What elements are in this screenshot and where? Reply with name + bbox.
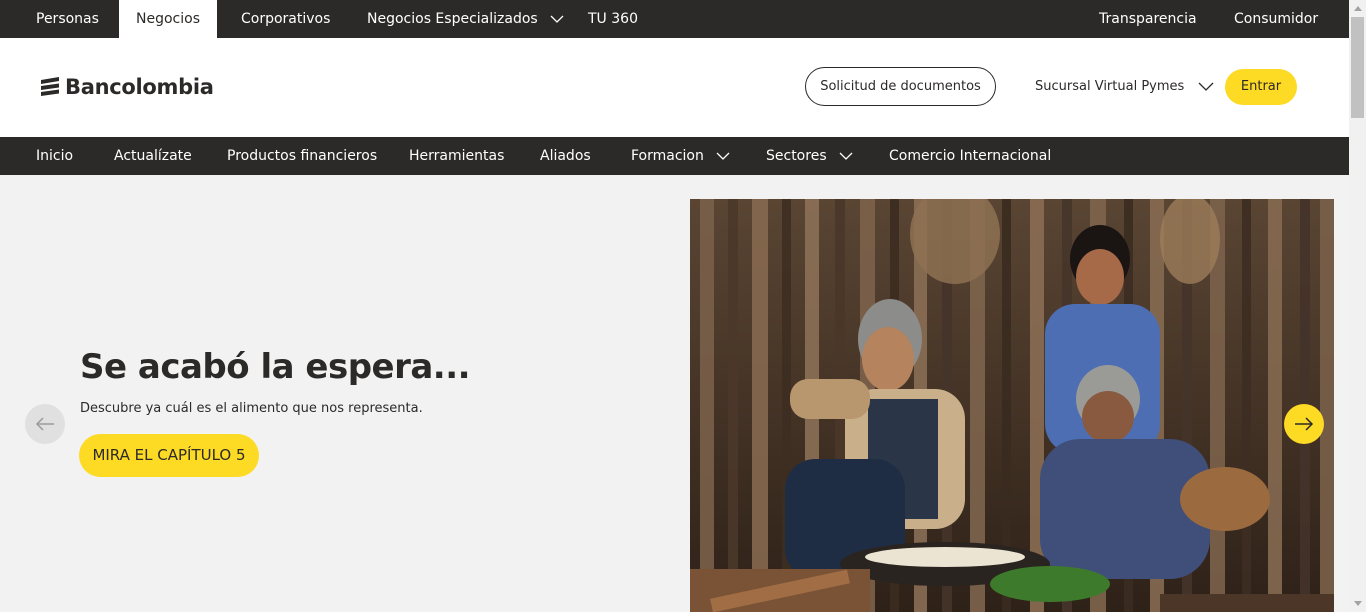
hero-photo-illustration <box>690 199 1334 612</box>
nav-item-comercio-internacional[interactable]: Comercio Internacional <box>889 137 1051 175</box>
caret-down-icon <box>1353 601 1362 606</box>
main-nav: Inicio Actualízate Productos financieros… <box>0 137 1349 175</box>
chevron-down-icon <box>550 15 564 23</box>
nav-item-productos-financieros[interactable]: Productos financieros <box>227 137 377 175</box>
chevron-down-icon <box>839 152 853 160</box>
arrow-right-icon <box>1295 417 1314 431</box>
chevron-down-icon <box>1198 82 1214 91</box>
segment-tab-label: Personas <box>36 11 99 27</box>
carousel-next-button[interactable] <box>1284 404 1324 444</box>
hero-carousel: Se acabó la espera... Descubre ya cuál e… <box>0 175 1349 612</box>
nav-label: Productos financieros <box>227 148 378 164</box>
scroll-up-button[interactable] <box>1349 0 1366 17</box>
entrar-button[interactable]: Entrar <box>1225 69 1297 105</box>
site-header: Bancolombia Solicitud de documentos Sucu… <box>0 38 1349 137</box>
segment-tab-label: TU 360 <box>588 11 638 27</box>
button-label: MIRA EL CAPÍTULO 5 <box>92 446 246 464</box>
arrow-left-icon <box>35 417 54 431</box>
nav-label: Comercio Internacional <box>889 148 1052 164</box>
nav-item-inicio[interactable]: Inicio <box>36 137 73 175</box>
segment-tab-label: Corporativos <box>241 11 331 27</box>
scroll-down-button[interactable] <box>1349 595 1366 612</box>
link-label: Transparencia <box>1099 11 1197 27</box>
segment-tab-personas[interactable]: Personas <box>36 0 99 38</box>
sucursal-virtual-dropdown[interactable]: Sucursal Virtual Pymes <box>1035 67 1214 106</box>
hero-subtitle: Descubre ya cuál es el alimento que nos … <box>80 401 423 416</box>
button-label: Entrar <box>1240 79 1282 94</box>
nav-item-aliados[interactable]: Aliados <box>540 137 591 175</box>
link-consumidor[interactable]: Consumidor <box>1234 0 1318 38</box>
nav-item-sectores[interactable]: Sectores <box>766 137 853 175</box>
nav-label: Aliados <box>540 148 591 164</box>
segment-tab-negocios[interactable]: Negocios <box>119 0 217 38</box>
chevron-down-icon <box>716 152 730 160</box>
segment-tab-label: Negocios Especializados <box>367 11 538 27</box>
segment-tab-label: Negocios <box>136 11 200 27</box>
logo-wordmark: Bancolombia <box>65 75 214 99</box>
solicitud-documentos-button[interactable]: Solicitud de documentos <box>805 67 996 106</box>
nav-item-actualizate[interactable]: Actualízate <box>114 137 192 175</box>
bancolombia-logo[interactable]: Bancolombia <box>38 72 214 102</box>
nav-label: Herramientas <box>409 148 505 164</box>
page: Personas Negocios Corporativos Negocios … <box>0 0 1366 612</box>
segment-tab-corporativos[interactable]: Corporativos <box>241 0 330 38</box>
nav-item-formacion[interactable]: Formacion <box>631 137 730 175</box>
bancolombia-logo-icon <box>41 77 59 96</box>
nav-label: Actualízate <box>114 148 192 164</box>
button-label: Solicitud de documentos <box>820 79 981 94</box>
mira-capitulo-button[interactable]: MIRA EL CAPÍTULO 5 <box>79 434 259 477</box>
segment-tab-tu360[interactable]: TU 360 <box>588 0 638 38</box>
link-transparencia[interactable]: Transparencia <box>1099 0 1197 38</box>
nav-label: Formacion <box>631 148 704 164</box>
carousel-prev-button[interactable] <box>25 404 65 444</box>
hero-title: Se acabó la espera... <box>80 347 471 387</box>
scrollbar-thumb[interactable] <box>1351 17 1364 118</box>
dropdown-label: Sucursal Virtual Pymes <box>1035 79 1185 94</box>
link-label: Consumidor <box>1234 11 1319 27</box>
hero-photo <box>690 199 1334 612</box>
segment-tab-negocios-especializados[interactable]: Negocios Especializados <box>367 0 564 38</box>
caret-up-icon <box>1353 6 1362 11</box>
nav-item-herramientas[interactable]: Herramientas <box>409 137 504 175</box>
top-segment-bar: Personas Negocios Corporativos Negocios … <box>0 0 1349 38</box>
nav-label: Sectores <box>766 148 827 164</box>
nav-label: Inicio <box>36 148 74 164</box>
